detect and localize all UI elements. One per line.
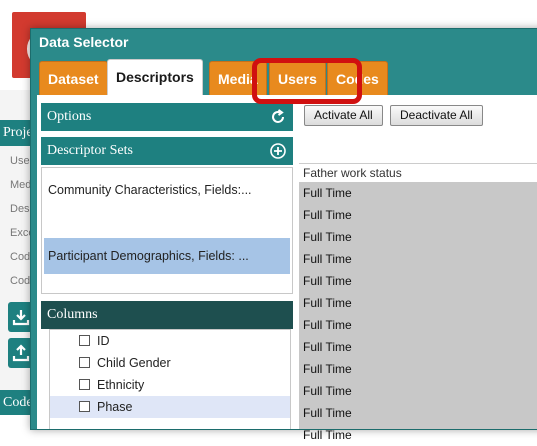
column-label: ID <box>97 334 110 348</box>
columns-list: ID Child Gender Ethnicity Phase <box>49 329 291 429</box>
data-selector-dialog: Data Selector Dataset Descriptors Media … <box>30 28 537 442</box>
dialog-title: Data Selector <box>39 34 129 50</box>
activate-all-button[interactable]: Activate All <box>304 105 383 126</box>
grid-row[interactable]: Full Time <box>299 424 537 446</box>
column-label: Child Gender <box>97 356 171 370</box>
column-item[interactable]: Child Gender <box>50 352 290 374</box>
tab-descriptors[interactable]: Descriptors <box>107 59 203 96</box>
column-item[interactable]: Ethnicity <box>50 374 290 396</box>
tab-codes[interactable]: Codes <box>327 61 388 95</box>
grid-row[interactable]: Full Time <box>299 270 537 292</box>
column-checkbox[interactable] <box>79 335 90 346</box>
tab-bar: Dataset Descriptors Media Users Codes <box>37 59 537 96</box>
grid-column-header[interactable]: Father work status <box>299 163 537 183</box>
tab-users[interactable]: Users <box>269 61 326 95</box>
right-column: Activate All Deactivate All Father work … <box>299 95 537 442</box>
tab-dataset[interactable]: Dataset <box>39 61 108 95</box>
download-icon <box>12 310 30 326</box>
grid-row[interactable]: Full Time <box>299 292 537 314</box>
upload-icon <box>12 344 30 362</box>
descriptor-sets-list: Community Characteristics, Fields:... Pa… <box>41 167 293 294</box>
deactivate-all-button[interactable]: Deactivate All <box>390 105 483 126</box>
options-title: Options <box>47 109 92 124</box>
grid-row[interactable]: Full Time <box>299 248 537 270</box>
grid-row[interactable]: Full Time <box>299 402 537 424</box>
descriptor-sets-title: Descriptor Sets <box>47 143 133 158</box>
descriptor-sets-header: Descriptor Sets <box>41 137 293 165</box>
grid-row[interactable]: Full Time <box>299 380 537 402</box>
grid-row[interactable]: Full Time <box>299 358 537 380</box>
plus-circle-icon[interactable] <box>269 142 287 160</box>
grid-row[interactable]: Full Time <box>299 336 537 358</box>
grid-row[interactable]: Full Time <box>299 182 537 204</box>
toolbar: Activate All Deactivate All <box>299 95 537 127</box>
grid-row[interactable]: Full Time <box>299 204 537 226</box>
columns-header: Columns <box>41 301 293 329</box>
column-checkbox[interactable] <box>79 379 90 390</box>
data-grid: Full Time Full Time Full Time Full Time … <box>299 182 537 442</box>
options-header[interactable]: Options <box>41 103 293 131</box>
tab-media[interactable]: Media <box>209 61 267 95</box>
left-column: Options Descriptor Sets Community Charac… <box>41 103 293 429</box>
grid-row[interactable]: Full Time <box>299 314 537 336</box>
refresh-icon[interactable] <box>269 108 287 126</box>
grid-row[interactable]: Full Time <box>299 226 537 248</box>
descriptor-set-item[interactable]: Community Characteristics, Fields:... <box>44 172 290 208</box>
column-item[interactable]: ID <box>50 330 290 352</box>
column-checkbox[interactable] <box>79 401 90 412</box>
descriptor-set-item-selected[interactable]: Participant Demographics, Fields: ... <box>44 238 290 274</box>
column-label: Ethnicity <box>97 378 145 392</box>
descriptors-tab-content: Options Descriptor Sets Community Charac… <box>37 95 537 442</box>
column-checkbox[interactable] <box>79 357 90 368</box>
